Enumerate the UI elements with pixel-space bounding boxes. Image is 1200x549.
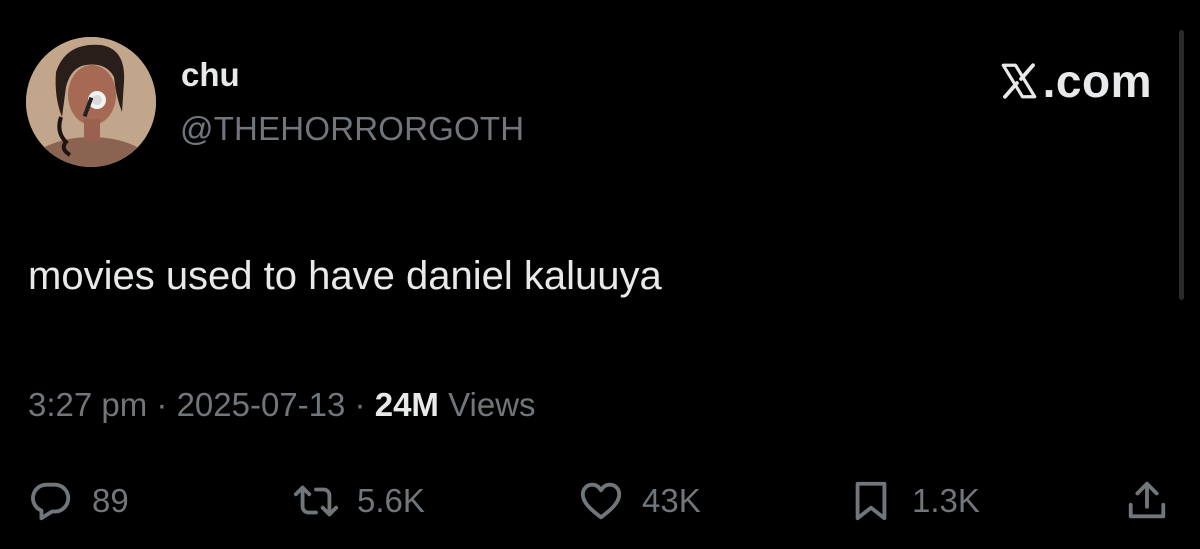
views-count: 24M bbox=[374, 386, 439, 423]
reply-button[interactable]: 89 bbox=[28, 474, 129, 528]
action-bar: 89 5.6K 43K 1.3K bbox=[0, 474, 1200, 528]
brand-logo: .com bbox=[997, 55, 1152, 107]
tweet-meta: 3:27 pm · 2025-07-13 · 24M Views bbox=[28, 383, 536, 427]
heart-icon bbox=[580, 482, 622, 520]
meta-separator: · bbox=[345, 386, 375, 423]
tweet-date[interactable]: 2025-07-13 bbox=[177, 386, 346, 423]
tweet-text: movies used to have daniel kaluuya bbox=[28, 254, 662, 298]
avatar[interactable] bbox=[26, 37, 156, 167]
repost-button[interactable]: 5.6K bbox=[293, 474, 425, 528]
bookmark-count: 1.3K bbox=[912, 482, 980, 519]
x-logo-icon bbox=[1001, 63, 1036, 99]
meta-separator: · bbox=[147, 386, 177, 423]
repost-arrows-icon bbox=[293, 485, 339, 517]
like-count: 43K bbox=[642, 482, 701, 519]
repost-count: 5.6K bbox=[357, 482, 425, 519]
share-upload-icon bbox=[1128, 481, 1166, 519]
tweet-time[interactable]: 3:27 pm bbox=[28, 386, 147, 423]
reply-count: 89 bbox=[92, 482, 129, 519]
share-button[interactable] bbox=[1124, 474, 1170, 528]
bookmark-button[interactable]: 1.3K bbox=[848, 474, 980, 528]
brand-domain: .com bbox=[1042, 55, 1152, 107]
like-button[interactable]: 43K bbox=[578, 474, 701, 528]
reply-bubble-icon bbox=[31, 482, 71, 521]
scrollbar[interactable] bbox=[1179, 30, 1184, 300]
tweet-card: chu @THEHORRORGOTH .com movies used to h… bbox=[0, 0, 1200, 549]
bookmark-icon bbox=[855, 481, 887, 521]
author-handle[interactable]: @THEHORRORGOTH bbox=[180, 108, 524, 150]
avatar-image bbox=[26, 37, 156, 167]
views-label: Views bbox=[438, 386, 536, 423]
author-name[interactable]: chu bbox=[181, 55, 240, 95]
